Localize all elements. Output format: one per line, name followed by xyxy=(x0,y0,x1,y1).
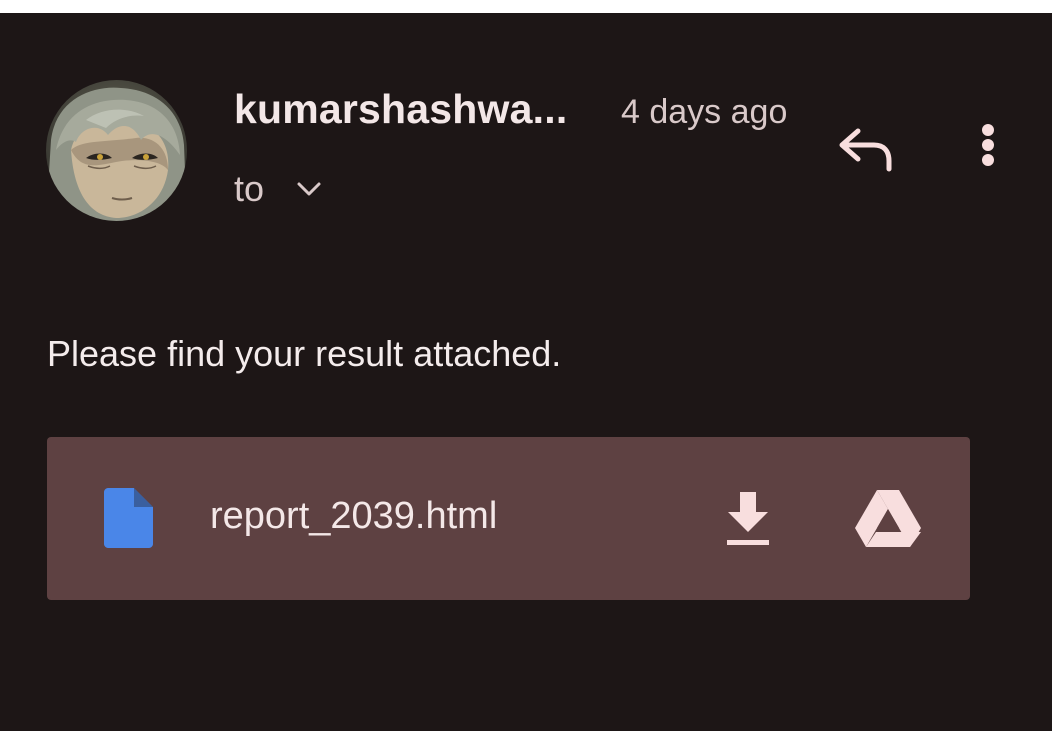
sender-avatar[interactable] xyxy=(46,80,187,221)
to-label: to xyxy=(234,168,265,209)
download-icon xyxy=(727,492,769,545)
message-timestamp: 4 days ago xyxy=(621,93,788,131)
attachment-card[interactable]: report_2039.html xyxy=(47,437,970,600)
document-icon xyxy=(104,488,153,548)
chevron-down-icon[interactable] xyxy=(294,179,324,199)
download-button[interactable] xyxy=(718,488,778,548)
reply-icon xyxy=(839,128,892,172)
more-options-button[interactable] xyxy=(966,121,1010,185)
save-to-drive-button[interactable] xyxy=(853,488,923,550)
recipients-toggle[interactable]: to xyxy=(234,166,324,212)
google-drive-icon xyxy=(855,490,921,547)
more-vert-icon xyxy=(982,124,994,166)
attachment-file-name[interactable]: report_2039.html xyxy=(210,495,497,538)
email-message-view: kumarshashwa... 4 days ago to Please fin… xyxy=(0,13,1052,731)
message-body: Please find your result attached. xyxy=(47,333,562,374)
reply-button[interactable] xyxy=(834,117,898,181)
bottom-edge xyxy=(0,731,1052,743)
sender-name[interactable]: kumarshashwa... xyxy=(234,86,567,133)
avatar-image xyxy=(46,80,187,221)
